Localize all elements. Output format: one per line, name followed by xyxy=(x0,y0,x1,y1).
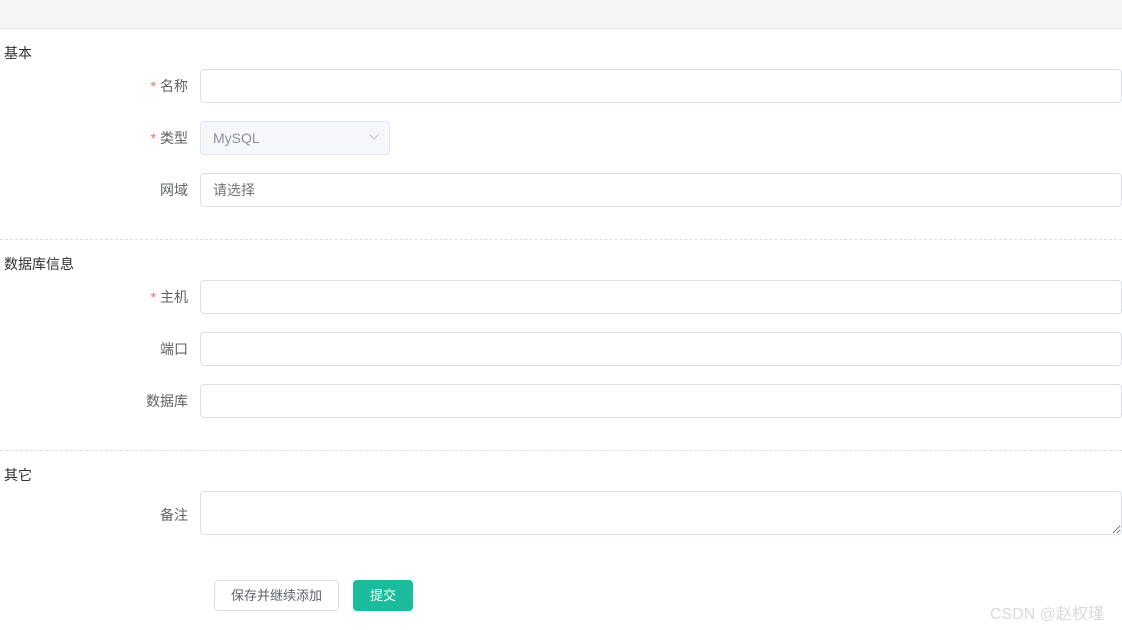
section-other-title: 其它 xyxy=(0,451,1122,491)
input-port[interactable] xyxy=(200,332,1122,366)
row-dbname: 数据库 xyxy=(0,384,1122,418)
row-port: 端口 xyxy=(0,332,1122,366)
section-database: 数据库信息 主机 端口 数据库 xyxy=(0,240,1122,442)
select-type[interactable] xyxy=(200,121,390,155)
select-domain[interactable] xyxy=(200,173,1122,207)
label-type: 类型 xyxy=(0,121,200,155)
row-remark: 备注 xyxy=(0,491,1122,538)
label-name: 名称 xyxy=(0,69,200,103)
label-port: 端口 xyxy=(0,332,200,366)
row-name: 名称 xyxy=(0,69,1122,103)
watermark: CSDN @赵权瑾 xyxy=(990,600,1104,624)
section-database-title: 数据库信息 xyxy=(0,240,1122,280)
form-container: 基本 名称 类型 网域 xyxy=(0,29,1122,611)
section-other: 其它 备注 xyxy=(0,451,1122,562)
input-name[interactable] xyxy=(200,69,1122,103)
input-dbname[interactable] xyxy=(200,384,1122,418)
label-host: 主机 xyxy=(0,280,200,314)
label-dbname: 数据库 xyxy=(0,384,200,418)
row-host: 主机 xyxy=(0,280,1122,314)
button-row: 保存并继续添加 提交 xyxy=(0,580,1122,611)
save-continue-button[interactable]: 保存并继续添加 xyxy=(214,580,339,611)
label-remark: 备注 xyxy=(0,498,200,532)
section-basic: 基本 名称 类型 网域 xyxy=(0,29,1122,231)
section-basic-title: 基本 xyxy=(0,29,1122,69)
top-bar xyxy=(0,0,1122,29)
label-domain: 网域 xyxy=(0,173,200,207)
input-host[interactable] xyxy=(200,280,1122,314)
row-domain: 网域 xyxy=(0,173,1122,207)
select-type-wrapper xyxy=(200,121,390,155)
textarea-remark[interactable] xyxy=(200,491,1122,535)
submit-button[interactable]: 提交 xyxy=(353,580,413,611)
row-type: 类型 xyxy=(0,121,1122,155)
